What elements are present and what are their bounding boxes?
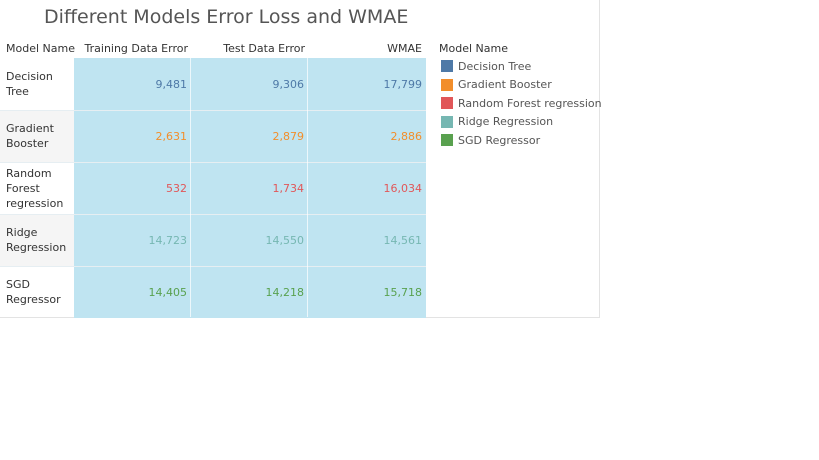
- row-divider: [0, 214, 426, 215]
- legend-item[interactable]: Ridge Regression: [441, 115, 553, 129]
- table-cell: 16,034: [308, 162, 426, 214]
- chart-panel: Different Models Error Loss and WMAE Mod…: [0, 0, 602, 318]
- column-divider: [307, 58, 308, 317]
- column-header-wmae: WMAE: [387, 42, 422, 55]
- chart-title: Different Models Error Loss and WMAE: [44, 6, 409, 28]
- table-cell: 14,550: [191, 214, 308, 266]
- row-divider: [0, 266, 426, 267]
- legend-label: SGD Regressor: [458, 133, 541, 147]
- row-label: SGD Regressor: [6, 278, 61, 306]
- row-label: Ridge Regression: [0, 214, 74, 266]
- table-cell: 14,561: [308, 214, 426, 266]
- table-cell: 9,306: [191, 58, 308, 110]
- legend-label: Gradient Booster: [458, 78, 552, 91]
- row-divider: [0, 162, 426, 163]
- row-divider: [0, 110, 426, 111]
- legend-title: Model Name: [439, 42, 508, 55]
- legend-item[interactable]: Random Forest regression: [441, 96, 602, 110]
- legend-item[interactable]: Decision Tree: [441, 59, 531, 73]
- column-divider: [190, 58, 191, 317]
- table-cell: 1,734: [191, 162, 308, 214]
- table-cell: 2,631: [74, 110, 191, 162]
- table-cell: 2,879: [191, 110, 308, 162]
- legend-swatch: [441, 78, 453, 91]
- legend-swatch: [441, 60, 453, 72]
- row-label: Gradient Booster: [0, 110, 74, 162]
- column-header-test: Test Data Error: [223, 42, 305, 55]
- table-cell: 17,799: [308, 58, 426, 110]
- table-cell: 14,723: [74, 214, 191, 266]
- legend-swatch: [441, 97, 453, 109]
- table-cell: 14,218: [191, 266, 308, 318]
- table-cell: 9,481: [74, 58, 191, 110]
- legend-swatch: [441, 134, 453, 146]
- legend-label: Decision Tree: [458, 59, 532, 73]
- table-cell: 15,718: [308, 266, 426, 318]
- legend-swatch: [441, 115, 453, 128]
- table-cell: 532: [74, 162, 191, 214]
- legend-label: Ridge Regression: [458, 115, 554, 128]
- row-label: Decision Tree: [6, 70, 53, 98]
- row-header: Model Name: [6, 42, 75, 55]
- table-cell: 2,886: [308, 110, 426, 162]
- row-label: Random Forest regression: [6, 166, 64, 210]
- legend-label: Random Forest regression: [458, 96, 602, 110]
- table-cell: 14,405: [74, 266, 191, 318]
- column-header-training: Training Data Error: [84, 42, 188, 55]
- legend-item[interactable]: SGD Regressor: [441, 133, 540, 147]
- legend-item[interactable]: Gradient Booster: [441, 78, 552, 92]
